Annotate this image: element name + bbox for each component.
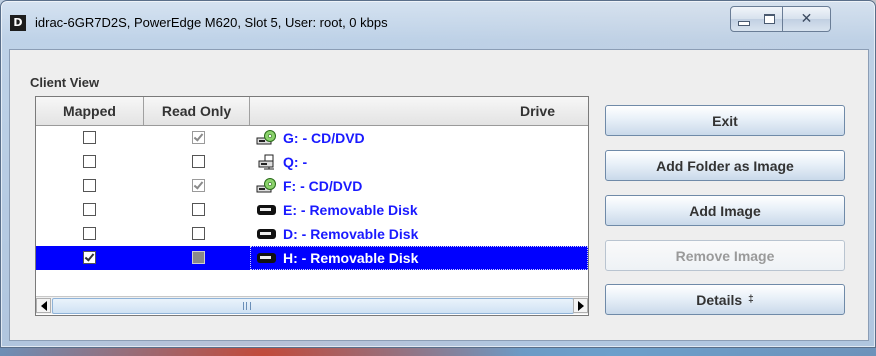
scroll-left-button[interactable]	[36, 298, 51, 313]
drive-cell[interactable]: E: - Removable Disk	[250, 198, 588, 222]
add-image-button[interactable]: Add Image	[605, 195, 845, 226]
scrollbar-grip-icon	[243, 302, 251, 310]
mapped-checkbox[interactable]	[83, 251, 96, 264]
table-row[interactable]: F: - CD/DVD	[36, 174, 588, 198]
table-header: Mapped Read Only Drive	[36, 97, 588, 126]
table-row[interactable]: Q: -	[36, 150, 588, 174]
focus-outline	[250, 246, 588, 270]
table-row[interactable]: E: - Removable Disk	[36, 198, 588, 222]
removable-disk-icon	[256, 226, 278, 242]
mapped-checkbox[interactable]	[83, 131, 96, 144]
close-button[interactable]: ✕	[783, 6, 831, 32]
drive-label: D: - Removable Disk	[283, 226, 419, 242]
drive-label: Q: -	[283, 154, 308, 170]
read-only-checkbox[interactable]	[192, 179, 205, 192]
add-folder-as-image-button[interactable]: Add Folder as Image	[605, 150, 845, 181]
drive-label: G: - CD/DVD	[283, 130, 365, 146]
remove-image-button[interactable]: Remove Image	[605, 240, 845, 271]
cd-dvd-drive-icon	[256, 130, 278, 146]
arrow-left-icon	[40, 300, 47, 311]
removable-disk-icon	[256, 202, 278, 218]
window-title: idrac-6GR7D2S, PowerEdge M620, Slot 5, U…	[35, 15, 388, 30]
mapped-checkbox[interactable]	[83, 203, 96, 216]
read-only-checkbox[interactable]	[192, 131, 205, 144]
details-label: Details	[696, 291, 743, 308]
column-header-read-only[interactable]: Read Only	[144, 97, 250, 125]
table-row[interactable]: G: - CD/DVD	[36, 126, 588, 150]
mapped-checkbox[interactable]	[83, 179, 96, 192]
arrow-right-icon	[577, 300, 584, 311]
exit-button[interactable]: Exit	[605, 105, 845, 136]
read-only-checkbox[interactable]	[192, 251, 205, 264]
minimize-button[interactable]	[730, 6, 758, 32]
read-only-checkbox[interactable]	[192, 227, 205, 240]
read-only-checkbox[interactable]	[192, 203, 205, 216]
cd-dvd-drive-icon	[256, 178, 278, 194]
drive-label: E: - Removable Disk	[283, 202, 418, 218]
expand-arrow-icon: ‡	[748, 294, 754, 305]
drive-cell[interactable]: D: - Removable Disk	[250, 222, 588, 246]
column-header-mapped[interactable]: Mapped	[36, 97, 144, 125]
drive-cell[interactable]: Q: -	[250, 150, 588, 174]
close-icon: ✕	[800, 11, 813, 27]
title-bar[interactable]: D idrac-6GR7D2S, PowerEdge M620, Slot 5,…	[1, 1, 875, 49]
minimize-icon	[738, 20, 750, 26]
read-only-checkbox[interactable]	[192, 155, 205, 168]
app-icon: D	[10, 15, 26, 31]
column-header-drive[interactable]: Drive	[250, 97, 588, 125]
maximize-button[interactable]	[757, 6, 783, 32]
details-button[interactable]: Details ‡	[605, 284, 845, 315]
drive-table: Mapped Read Only Drive G: - CD/DVD Q: - F:…	[35, 96, 589, 316]
horizontal-scrollbar[interactable]	[36, 296, 588, 314]
table-row[interactable]: D: - Removable Disk	[36, 222, 588, 246]
table-row[interactable]: H: - Removable Disk	[36, 246, 588, 270]
drive-cell[interactable]: F: - CD/DVD	[250, 174, 588, 198]
drive-cell[interactable]: G: - CD/DVD	[250, 126, 588, 150]
scrollbar-thumb[interactable]	[52, 298, 574, 314]
drive-label: F: - CD/DVD	[283, 178, 363, 194]
mapped-checkbox[interactable]	[83, 227, 96, 240]
maximize-icon	[764, 14, 775, 24]
mapped-checkbox[interactable]	[83, 155, 96, 168]
scroll-right-button[interactable]	[573, 298, 588, 313]
client-view-label: Client View	[30, 75, 100, 90]
network-drive-icon	[256, 154, 278, 170]
